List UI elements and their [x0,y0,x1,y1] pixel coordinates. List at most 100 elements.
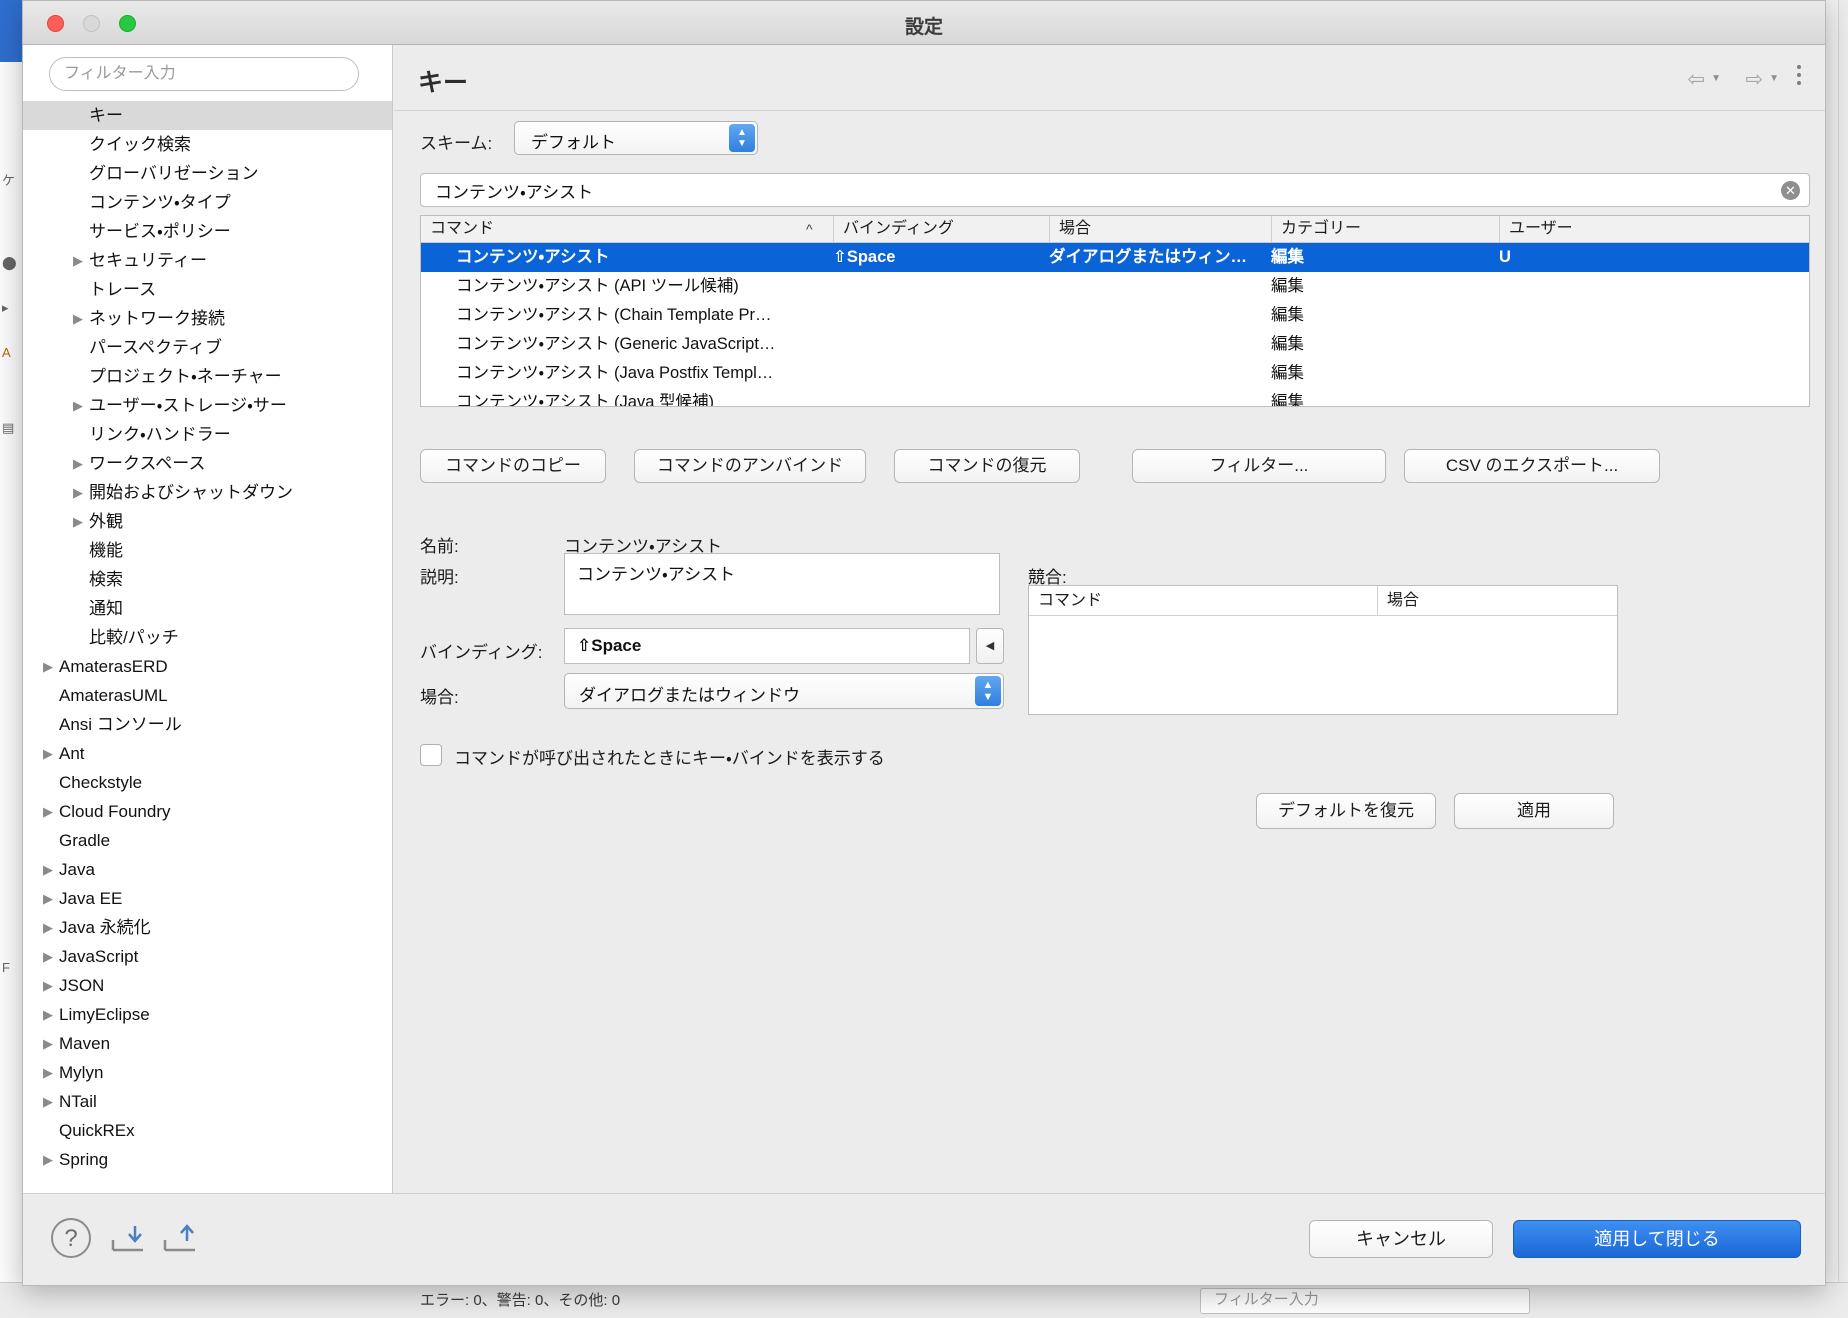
sidebar-item-3[interactable]: ▶コンテンツ・タイプ [23,188,392,217]
tree-expand-arrow-icon[interactable]: ▶ [37,884,59,913]
table-column-header-1[interactable]: バインディング [833,216,1049,242]
sidebar-item-29[interactable]: ▶ JavaScript [23,942,392,971]
sidebar-item-8[interactable]: ▶パースペクティブ [23,333,392,362]
sidebar-item-4[interactable]: ▶サービス・ポリシー [23,217,392,246]
tree-filter-box[interactable] [49,57,359,91]
tree-expand-arrow-icon[interactable]: ▶ [67,304,89,333]
filter-button[interactable]: フィルター... [1132,449,1386,483]
sidebar-item-7[interactable]: ▶ ネットワーク接続 [23,304,392,333]
conflicts-table[interactable]: コマンド 場合 [1028,585,1618,715]
table-column-header-4[interactable]: ユーザー [1499,216,1619,242]
when-stepper-icon[interactable]: ▲ ▼ [975,676,1001,706]
tree-expand-arrow-icon[interactable]: ▶ [37,1000,59,1029]
scheme-stepper-icon[interactable]: ▲ ▼ [729,124,755,152]
sidebar-item-24[interactable]: ▶ Cloud Foundry [23,797,392,826]
left-triangle-icon[interactable]: ◀ [976,628,1004,664]
tree-expand-arrow-icon[interactable]: ▶ [37,942,59,971]
back-dropdown-caret-icon[interactable]: ▼ [1711,73,1721,84]
show-key-binding-checkbox[interactable] [420,744,442,766]
sidebar-item-28[interactable]: ▶ Java 永続化 [23,913,392,942]
sidebar-item-13[interactable]: ▶ 開始およびシャットダウン [23,478,392,507]
sidebar-item-17[interactable]: ▶通知 [23,594,392,623]
sidebar-item-36[interactable]: ▶ Spring [23,1145,392,1174]
tree-expand-arrow-icon[interactable]: ▶ [67,507,89,536]
tree-expand-arrow-icon[interactable]: ▶ [37,971,59,1000]
sidebar-item-5[interactable]: ▶ セキュリティー [23,246,392,275]
sidebar-item-14[interactable]: ▶ 外観 [23,507,392,536]
table-row[interactable]: コンテンツ・アシスト (Java 型候補) 編集 [421,388,1809,406]
sidebar-item-6[interactable]: ▶トレース [23,275,392,304]
sidebar-item-23[interactable]: ▶Checkstyle [23,768,392,797]
binding-input[interactable]: ⇧Space [564,628,970,664]
tree-expand-arrow-icon[interactable]: ▶ [37,797,59,826]
table-row[interactable]: コンテンツ・アシスト (API ツール候補) 編集 [421,272,1809,301]
table-row[interactable]: コンテンツ・アシスト (Chain Template Pr… 編集 [421,301,1809,330]
sidebar-item-1[interactable]: ▶クイック検索 [23,130,392,159]
tree-expand-arrow-icon[interactable]: ▶ [67,391,89,420]
sidebar-item-21[interactable]: ▶Ansi コンソール [23,710,392,739]
description-textarea[interactable]: コンテンツ・アシスト [564,553,1000,615]
export-arrow-icon[interactable] [161,1220,199,1256]
table-row[interactable]: コンテンツ・アシスト (Generic JavaScript… 編集 [421,330,1809,359]
tree-filter-input[interactable] [50,58,358,90]
sidebar-item-11[interactable]: ▶リンク・ハンドラー [23,420,392,449]
sidebar-item-30[interactable]: ▶ JSON [23,971,392,1000]
sidebar-item-0[interactable]: ▶キー [23,101,392,130]
command-search-box[interactable]: ✕ [420,173,1810,207]
sidebar-item-22[interactable]: ▶ Ant [23,739,392,768]
sidebar-item-33[interactable]: ▶ Mylyn [23,1058,392,1087]
unbind-command-button[interactable]: コマンドのアンバインド [634,449,866,483]
tree-expand-arrow-icon[interactable]: ▶ [37,739,59,768]
tree-expand-arrow-icon[interactable]: ▶ [37,652,59,681]
apply-button[interactable]: 適用 [1454,793,1614,829]
preferences-tree-list[interactable]: ▶キー▶クイック検索▶グローバリゼーション▶コンテンツ・タイプ▶サービス・ポリシ… [23,101,392,1193]
sidebar-item-32[interactable]: ▶ Maven [23,1029,392,1058]
command-search-input[interactable] [421,174,1761,206]
table-row[interactable]: コンテンツ・アシスト (Java Postfix Templ… 編集 [421,359,1809,388]
forward-arrow-icon[interactable]: ⇨ [1745,67,1763,92]
sidebar-item-19[interactable]: ▶ AmaterasERD [23,652,392,681]
sidebar-item-2[interactable]: ▶グローバリゼーション [23,159,392,188]
sidebar-item-10[interactable]: ▶ ユーザー・ストレージ・サー [23,391,392,420]
import-arrow-icon[interactable] [109,1220,147,1256]
conflicts-column-header-0[interactable]: コマンド [1029,586,1377,615]
kebab-menu-icon[interactable] [1795,65,1803,93]
cancel-button[interactable]: キャンセル [1309,1220,1493,1258]
export-csv-button[interactable]: CSV のエクスポート... [1404,449,1660,483]
clear-search-icon[interactable]: ✕ [1781,181,1800,200]
sidebar-item-34[interactable]: ▶ NTail [23,1087,392,1116]
sidebar-item-18[interactable]: ▶比較/パッチ [23,623,392,652]
forward-dropdown-caret-icon[interactable]: ▼ [1769,73,1779,84]
sidebar-item-31[interactable]: ▶ LimyEclipse [23,1000,392,1029]
conflicts-column-header-1[interactable]: 場合 [1377,586,1617,615]
when-combo[interactable]: ダイアログまたはウィンドウ ▲ ▼ [564,673,1004,709]
tree-expand-arrow-icon[interactable]: ▶ [37,1029,59,1058]
apply-and-close-button[interactable]: 適用して閉じる [1513,1220,1801,1258]
sidebar-item-35[interactable]: ▶QuickREx [23,1116,392,1145]
tree-expand-arrow-icon[interactable]: ▶ [37,855,59,884]
tree-expand-arrow-icon[interactable]: ▶ [37,913,59,942]
tree-expand-arrow-icon[interactable]: ▶ [37,1087,59,1116]
sidebar-item-9[interactable]: ▶プロジェクト・ネーチャー [23,362,392,391]
sidebar-item-25[interactable]: ▶Gradle [23,826,392,855]
table-body[interactable]: コンテンツ・アシスト ⇧Space ダイアログまたはウィン… 編集 U コンテンツ・アシス… [421,243,1809,406]
help-question-icon[interactable]: ? [51,1218,91,1258]
sidebar-item-20[interactable]: ▶AmaterasUML [23,681,392,710]
tree-expand-arrow-icon[interactable]: ▶ [67,478,89,507]
tree-expand-arrow-icon[interactable]: ▶ [67,449,89,478]
sidebar-item-27[interactable]: ▶ Java EE [23,884,392,913]
table-column-header-2[interactable]: 場合 [1049,216,1271,242]
sidebar-item-26[interactable]: ▶ Java [23,855,392,884]
restore-defaults-button[interactable]: デフォルトを復元 [1256,793,1436,829]
table-column-header-3[interactable]: カテゴリー [1271,216,1499,242]
tree-expand-arrow-icon[interactable]: ▶ [37,1058,59,1087]
copy-command-button[interactable]: コマンドのコピー [420,449,606,483]
scheme-combo[interactable]: デフォルト ▲ ▼ [514,121,758,155]
restore-command-button[interactable]: コマンドの復元 [894,449,1080,483]
back-arrow-icon[interactable]: ⇦ [1687,67,1705,92]
tree-expand-arrow-icon[interactable]: ▶ [67,246,89,275]
table-column-header-0[interactable]: コマンド [421,216,833,242]
key-bindings-table[interactable]: コマンド バインディング 場合 カテゴリー ユーザー ^ コンテンツ・アシスト ⇧Space… [420,215,1810,407]
table-row[interactable]: コンテンツ・アシスト ⇧Space ダイアログまたはウィン… 編集 U [421,243,1809,272]
sidebar-item-16[interactable]: ▶検索 [23,565,392,594]
